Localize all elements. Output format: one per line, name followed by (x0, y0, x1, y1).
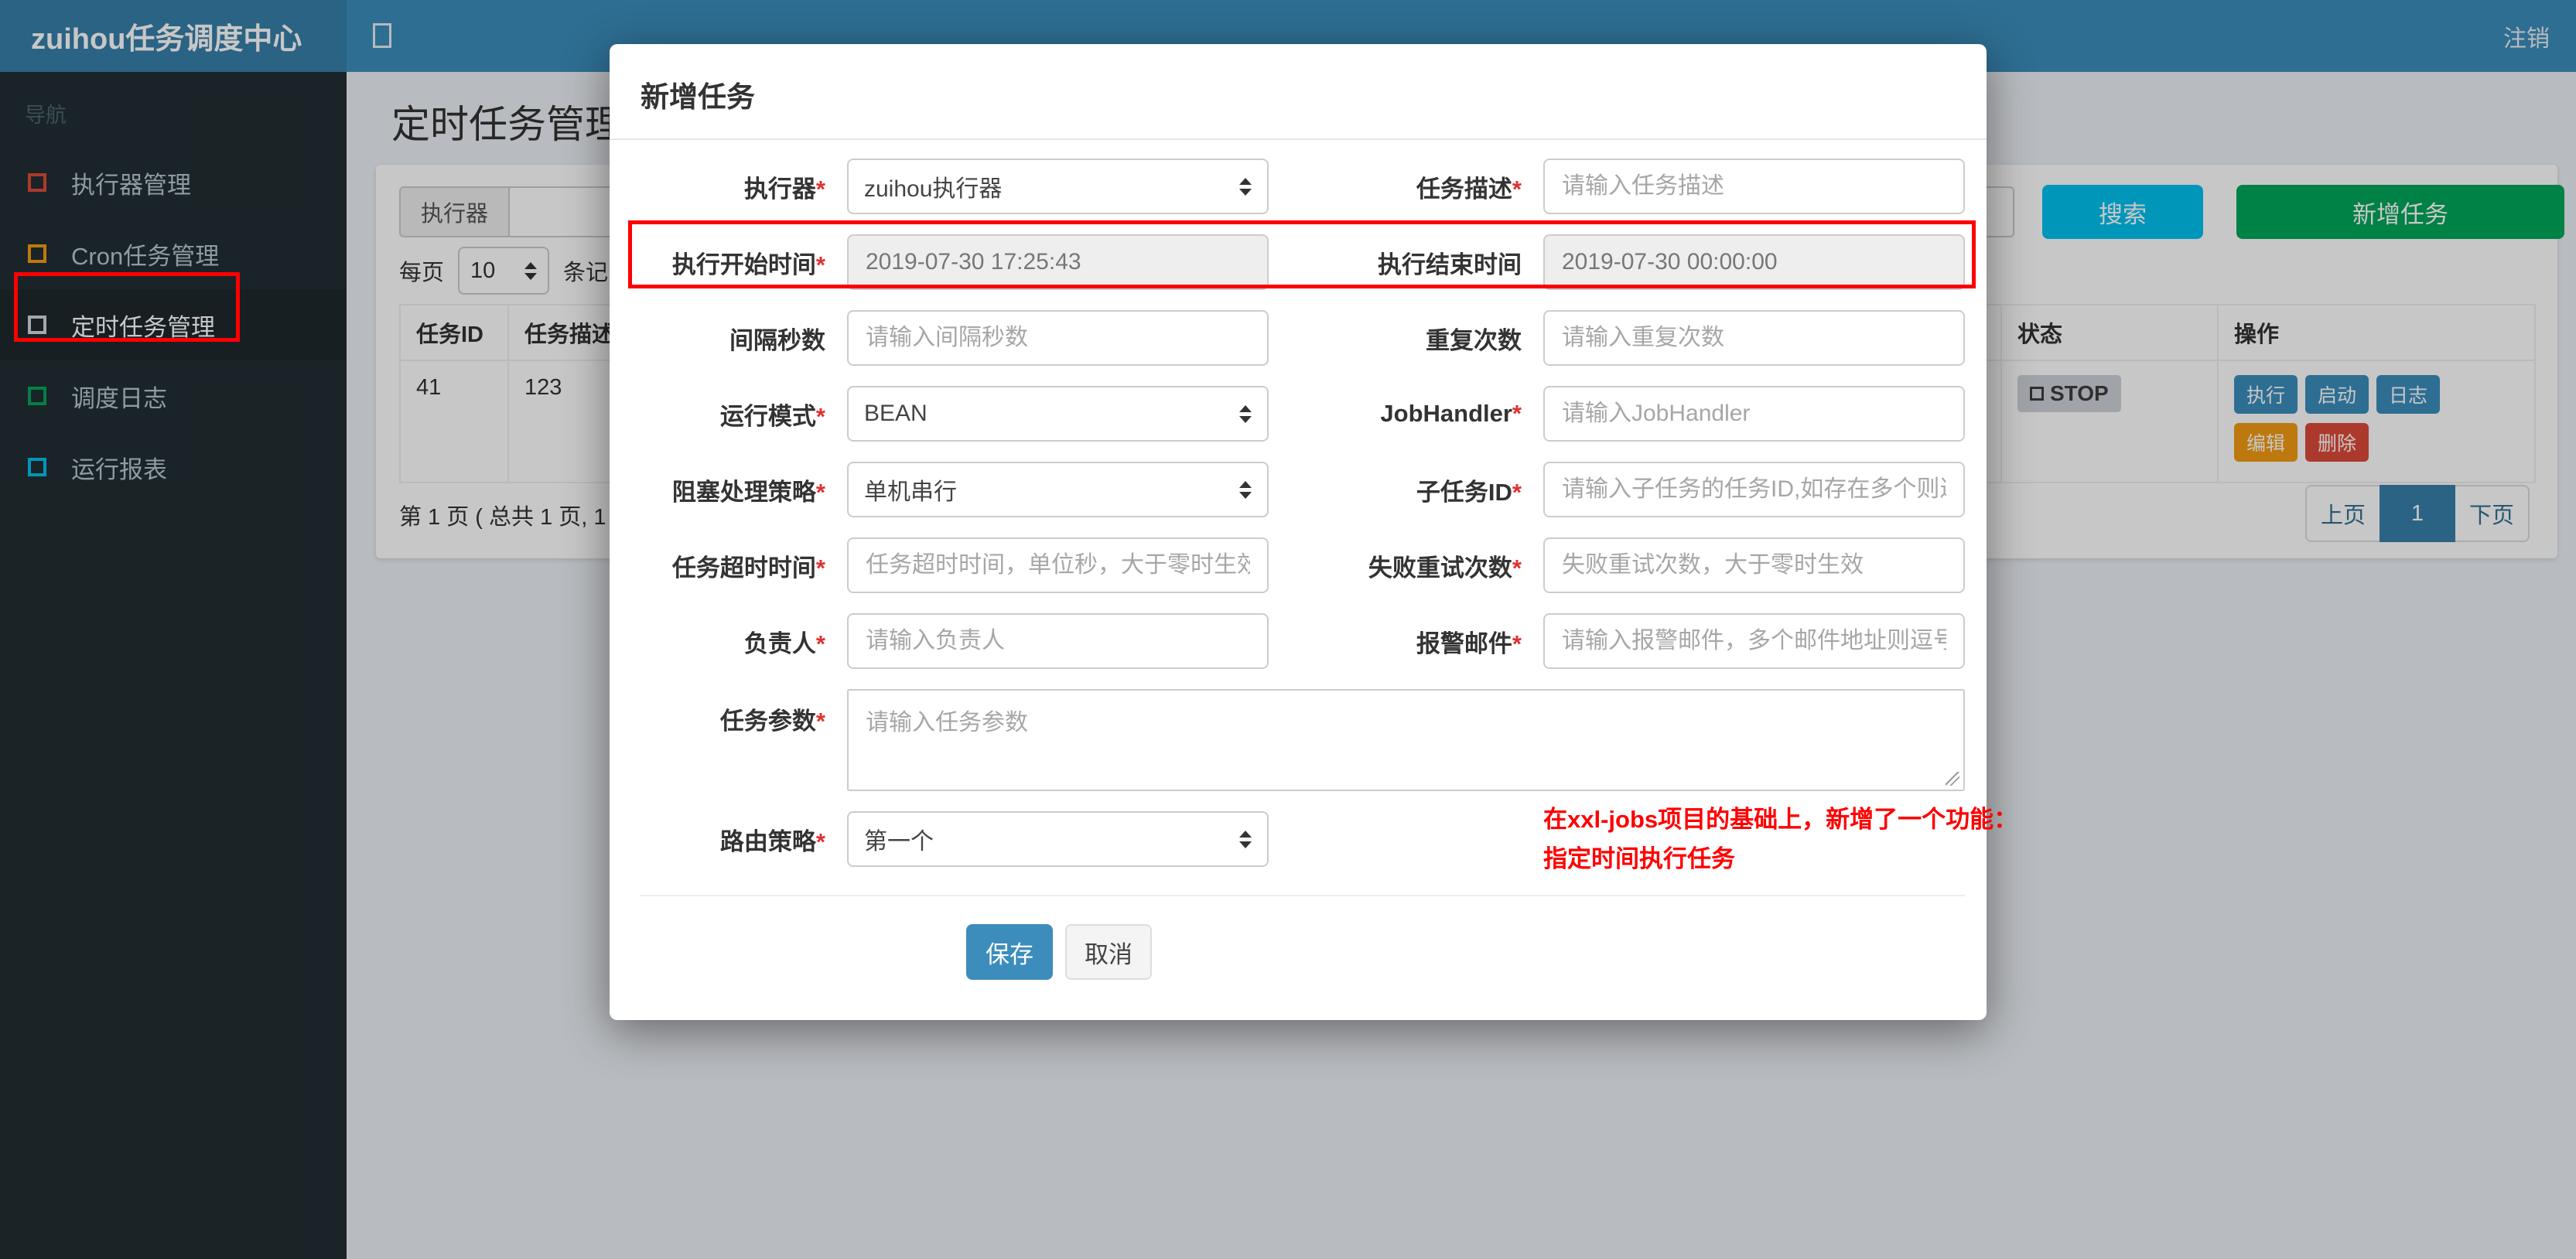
timeout-input[interactable] (847, 537, 1269, 593)
save-button[interactable]: 保存 (966, 924, 1053, 980)
repeat-count-label: 重复次数 (1426, 326, 1522, 354)
modal-header: 新增任务 (610, 44, 1987, 140)
select-carets-icon (1239, 480, 1252, 499)
row-job-param: 任务参数* (641, 689, 1965, 791)
job-handler-input[interactable] (1543, 386, 1965, 442)
glue-type-label: 运行模式* (719, 402, 825, 430)
alarm-email-label: 报警邮件* (1416, 630, 1522, 657)
select-carets-icon (1239, 177, 1252, 196)
row-route-strategy: 路由策略* 第一个 在xxl-jobs项目的基础上，新增了一个功能： 指定时间执… (641, 806, 2017, 872)
end-time-label: 执行结束时间 (1378, 251, 1522, 278)
glue-type-select[interactable]: BEAN (847, 386, 1269, 442)
executor-select[interactable]: zuihou执行器 (847, 159, 1269, 214)
modal-footer: 保存 取消 (641, 896, 1965, 980)
child-job-id-label: 子任务ID* (1416, 478, 1522, 506)
feature-note-line2: 指定时间执行任务 (1543, 845, 1735, 872)
timeout-label: 任务超时时间* (671, 554, 825, 582)
cancel-button[interactable]: 取消 (1065, 924, 1152, 980)
select-carets-icon (1239, 830, 1252, 848)
job-param-textarea[interactable] (847, 689, 1965, 791)
feature-note-line1: 在xxl-jobs项目的基础上，新增了一个功能： (1543, 805, 2018, 833)
glue-type-select-value: BEAN (864, 401, 928, 426)
route-strategy-select[interactable]: 第一个 (847, 811, 1269, 867)
job-handler-label: JobHandler* (1380, 400, 1522, 427)
executor-select-value: zuihou执行器 (864, 176, 1003, 202)
start-time-label: 执行开始时间* (671, 251, 825, 278)
job-param-label: 任务参数* (719, 708, 825, 735)
executor-label: 执行器* (743, 175, 825, 203)
alarm-email-input[interactable] (1543, 613, 1965, 669)
route-strategy-select-value: 第一个 (864, 829, 934, 855)
block-strategy-select[interactable]: 单机串行 (847, 462, 1269, 517)
job-desc-label: 任务描述* (1416, 175, 1522, 203)
row-gluetype-handler: 运行模式* BEAN JobHandler* (641, 386, 1965, 442)
row-executor-desc: 执行器* zuihou执行器 任务描述* (641, 159, 1965, 214)
route-strategy-label: 路由策略* (719, 827, 825, 855)
select-carets-icon (1239, 404, 1252, 423)
block-strategy-select-value: 单机串行 (864, 479, 957, 505)
feature-note: 在xxl-jobs项目的基础上，新增了一个功能： 指定时间执行任务 (1543, 800, 2017, 879)
fail-retry-label: 失败重试次数* (1368, 554, 1522, 582)
start-time-input[interactable] (847, 234, 1269, 290)
row-block-childjob: 阻塞处理策略* 单机串行 子任务ID* (641, 462, 1965, 517)
author-input[interactable] (847, 613, 1269, 669)
author-label: 负责人* (743, 630, 825, 657)
row-interval-repeat: 间隔秒数 重复次数 (641, 310, 1965, 366)
modal-title: 新增任务 (641, 81, 755, 113)
add-task-modal: 新增任务 执行器* zuihou执行器 任务描述* 执行开始时间* 执行结束时间 (610, 44, 2017, 1020)
block-strategy-label: 阻塞处理策略* (671, 478, 825, 506)
repeat-count-input[interactable] (1543, 310, 1965, 366)
modal-body: 执行器* zuihou执行器 任务描述* 执行开始时间* 执行结束时间 (610, 140, 2017, 980)
row-author-email: 负责人* 报警邮件* (641, 613, 1965, 669)
row-timeout-retry: 任务超时时间* 失败重试次数* (641, 537, 1965, 593)
row-exec-times: 执行开始时间* 执行结束时间 (641, 234, 1965, 290)
interval-input[interactable] (847, 310, 1269, 366)
job-desc-input[interactable] (1543, 159, 1965, 214)
child-job-id-input[interactable] (1543, 462, 1965, 517)
fail-retry-input[interactable] (1543, 537, 1965, 593)
end-time-input[interactable] (1543, 234, 1965, 290)
interval-label: 间隔秒数 (729, 326, 825, 354)
